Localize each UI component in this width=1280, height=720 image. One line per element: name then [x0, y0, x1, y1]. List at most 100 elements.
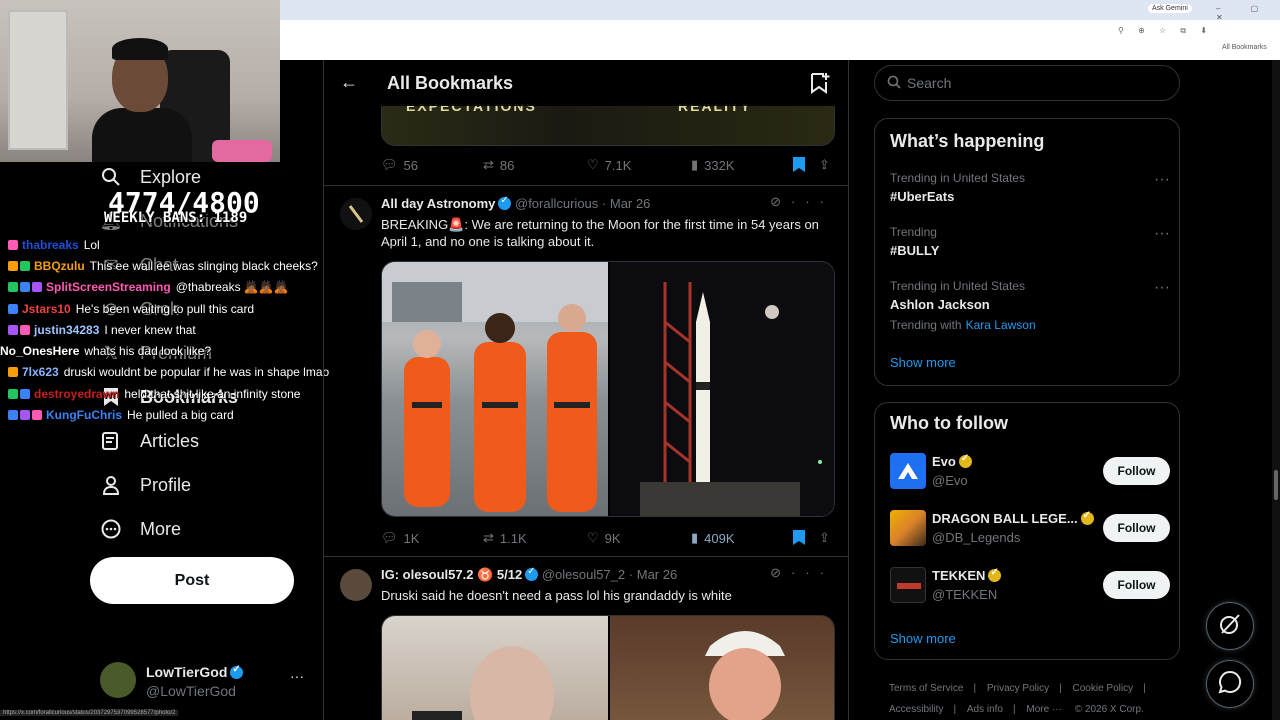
tweet-photo-right[interactable]	[610, 616, 834, 720]
trend-item[interactable]: Trending in United States Ashlon Jackson…	[890, 279, 1170, 332]
chat-badge-icon	[8, 282, 18, 293]
views-button[interactable]: ▮ 332K	[691, 157, 735, 173]
more-dots-icon[interactable]: ···	[791, 565, 834, 580]
chat-username[interactable]: Jstars10	[22, 302, 71, 316]
repost-icon: ⇄	[483, 530, 494, 545]
footer-link[interactable]: Ads info	[967, 704, 1003, 715]
follow-button[interactable]: Follow	[1103, 457, 1170, 485]
follow-button[interactable]: Follow	[1103, 571, 1170, 599]
scrollbar-thumb[interactable]	[1274, 470, 1278, 500]
grok-fab[interactable]	[1206, 602, 1254, 650]
tweet-media[interactable]	[381, 261, 835, 517]
chat-username[interactable]: justin34283	[34, 323, 99, 337]
chart-icon: ▮	[691, 530, 699, 545]
tweet[interactable]: All day Astronomy @forallcurious · Mar 2…	[324, 185, 848, 555]
status-bar-url: https://x.com/forallcurious/status/20372…	[0, 710, 179, 716]
nav-item-articles[interactable]: Articles	[100, 426, 199, 456]
post-button[interactable]: Post	[90, 557, 294, 604]
chat-username[interactable]: destroyedrawn	[34, 387, 119, 401]
webcam-pink-object	[212, 140, 272, 162]
astronauts-photo[interactable]	[382, 262, 608, 516]
webcam-person-body	[92, 108, 192, 162]
who-to-follow-panel: Who to follow Evo @Evo Follow DRAGON BAL…	[874, 402, 1180, 660]
tweet-actions: 💬︎ 56 ⇄ 86 ♡ 7.1K ▮ 332K ⇪	[381, 157, 835, 177]
more-dots-icon[interactable]: ···	[290, 668, 304, 684]
toolbar-icons[interactable]: ⚲ ⊕ ☆ ⧉ ⬇	[1118, 26, 1213, 36]
chat-badge-icon	[8, 303, 18, 314]
chat-username[interactable]: BBQzulu	[34, 259, 85, 273]
bookmark-button[interactable]	[793, 157, 805, 172]
show-more-link[interactable]: Show more	[890, 631, 956, 646]
search-input[interactable]: Search	[874, 65, 1180, 101]
avatar	[890, 567, 926, 603]
bookmarks-feed: ← All Bookmarks EXPECTATIONS REALITY 💬︎ 5…	[323, 60, 849, 720]
chat-username[interactable]: 7lx623	[22, 365, 59, 379]
show-more-link[interactable]: Show more	[890, 355, 956, 370]
nav-item-profile[interactable]: Profile	[100, 470, 191, 500]
account-switcher[interactable]: LowTierGod @LowTierGod ···	[100, 660, 310, 700]
footer-link[interactable]: Terms of Service	[889, 683, 963, 694]
trend-item[interactable]: Trending #BULLY ···	[890, 225, 1170, 258]
views-button[interactable]: ▮ 409K	[691, 530, 735, 546]
messages-fab[interactable]	[1206, 660, 1254, 708]
chat-username[interactable]: thabreaks	[22, 238, 79, 252]
more-dots-icon[interactable]: ···	[1154, 279, 1170, 297]
copyright: © 2026 X Corp.	[1074, 704, 1144, 715]
tweet-author[interactable]: All day Astronomy @forallcurious · Mar 2…	[381, 195, 650, 211]
grok-icon[interactable]: ⊘	[770, 194, 791, 209]
previous-tweet-media[interactable]: EXPECTATIONS REALITY	[381, 104, 835, 146]
avatar[interactable]	[340, 198, 372, 230]
back-arrow-icon[interactable]: ←	[340, 72, 358, 93]
verified-gold-icon	[958, 453, 972, 468]
bookmark-button[interactable]	[793, 530, 805, 545]
trend-link[interactable]: Kara Lawson	[966, 318, 1036, 332]
reply-button[interactable]: 💬︎ 56	[381, 157, 418, 173]
bookmark-folder-icon[interactable]	[810, 72, 830, 99]
nav-label: Profile	[140, 474, 192, 495]
follow-suggestion[interactable]: Evo @Evo Follow	[890, 449, 1170, 493]
like-button[interactable]: ♡ 9K	[587, 530, 621, 546]
search-icon	[100, 166, 122, 188]
more-dots-icon[interactable]: ···	[791, 194, 834, 209]
tweet-author[interactable]: IG: olesoul57.2 ♉ 5/12 @olesoul57_2 · Ma…	[381, 566, 677, 583]
more-dots-icon[interactable]: ···	[1154, 171, 1170, 189]
tweet[interactable]: IG: olesoul57.2 ♉ 5/12 @olesoul57_2 · Ma…	[324, 556, 848, 720]
chat-badge-icon	[32, 410, 42, 421]
footer-link[interactable]: Accessibility	[889, 704, 943, 715]
bookmark-filled-icon	[793, 530, 805, 545]
follow-suggestion[interactable]: DRAGON BALL LEGE... @DB_Legends Follow	[890, 506, 1170, 550]
footer-link[interactable]: More ···	[1026, 704, 1062, 715]
repost-button[interactable]: ⇄ 1.1K	[483, 530, 527, 546]
avatar[interactable]	[340, 569, 372, 601]
reply-button[interactable]: 💬︎ 1K	[381, 530, 419, 546]
repost-button[interactable]: ⇄ 86	[483, 157, 514, 173]
tweet-tools[interactable]: ⊘···	[770, 194, 834, 210]
rocket-photo[interactable]	[610, 262, 834, 516]
nav-item-more[interactable]: More	[100, 514, 181, 544]
more-dots-icon[interactable]: ···	[1154, 225, 1170, 243]
grok-icon[interactable]: ⊘	[770, 565, 791, 580]
follow-suggestion[interactable]: TEKKEN @TEKKEN Follow	[890, 563, 1170, 607]
all-bookmarks-chip[interactable]: All Bookmarks	[1222, 44, 1267, 51]
chat-username[interactable]: KungFuChris	[46, 408, 122, 422]
chat-badge-icon	[20, 410, 30, 421]
share-button[interactable]: ⇪	[819, 530, 830, 546]
trend-item[interactable]: Trending in United States #UberEats ···	[890, 171, 1170, 204]
verified-gold-icon	[1080, 510, 1094, 525]
verified-gold-icon	[988, 567, 1002, 582]
follow-button[interactable]: Follow	[1103, 514, 1170, 542]
tweet-photo-left[interactable]	[382, 616, 608, 720]
page-scrollbar[interactable]	[1272, 60, 1280, 720]
share-button[interactable]: ⇪	[819, 157, 830, 173]
nav-label: Explore	[140, 166, 202, 187]
tweet-tools[interactable]: ⊘···	[770, 565, 834, 581]
footer-link[interactable]: Privacy Policy	[987, 683, 1049, 694]
chat-username[interactable]: SplitScreenStreaming	[46, 280, 171, 294]
ask-gemini-button[interactable]: Ask Gemini	[1148, 4, 1192, 13]
chat-badges	[8, 239, 18, 250]
footer-link[interactable]: Cookie Policy	[1073, 683, 1134, 694]
chat-text: Lol	[83, 237, 100, 252]
like-button[interactable]: ♡ 7.1K	[587, 157, 631, 173]
chat-username[interactable]: No_OnesHere	[0, 344, 79, 358]
tweet-media[interactable]	[381, 615, 835, 720]
